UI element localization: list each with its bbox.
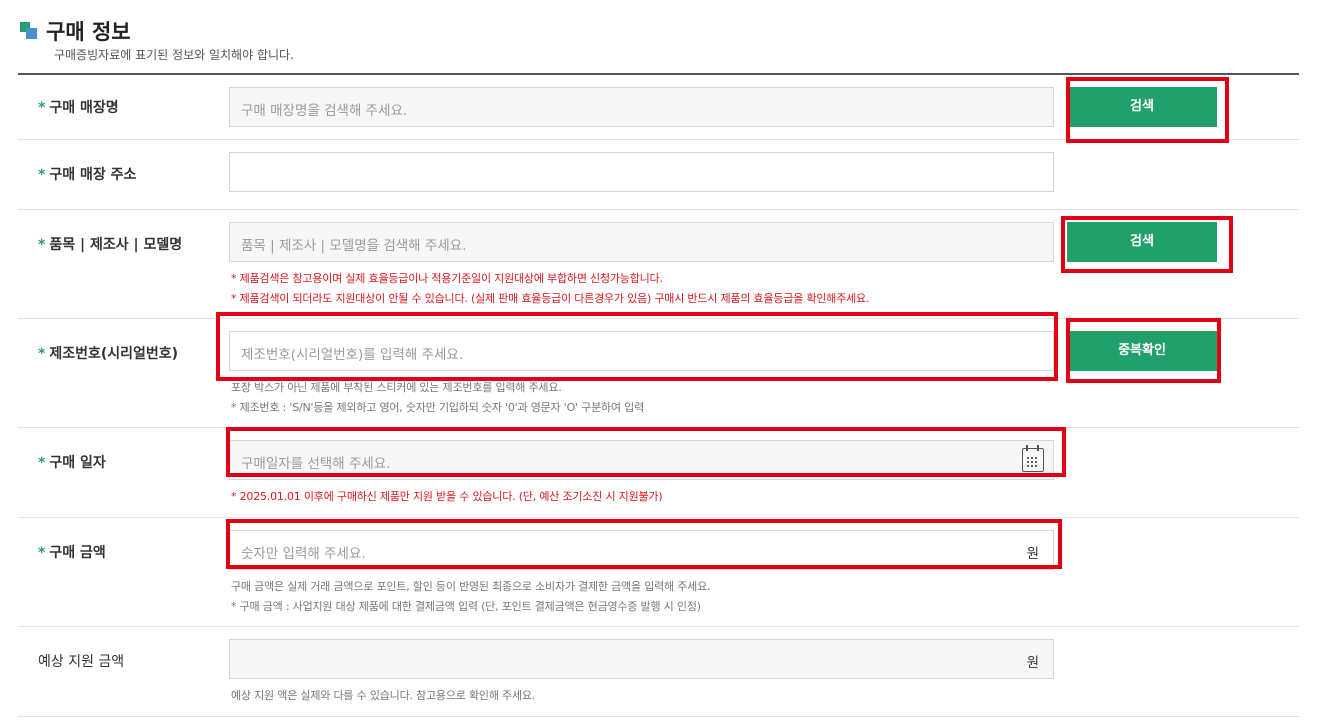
amount-input[interactable]: 숫자만 입력해 주세요. 원 — [229, 530, 1054, 570]
product-row: * 품목 | 제조사 | 모델명 품목 | 제조사 | 모델명을 검색해 주세요.… — [18, 210, 1299, 319]
expected-support-note: 예상 지원 액은 실제와 다를 수 있습니다. 참고용으로 확인해 주세요. — [231, 689, 536, 702]
amount-note-2: * 구매 금액 : 사업지원 대상 제품에 대한 결제금액 입력 (단, 포인트… — [231, 600, 701, 613]
product-placeholder: 품목 | 제조사 | 모델명을 검색해 주세요. — [241, 238, 467, 254]
serial-note-1: 포장 박스가 아닌 제품에 부착된 스티커에 있는 제조번호를 입력해 주세요. — [231, 381, 562, 394]
store-name-input[interactable]: 구매 매장명을 검색해 주세요. — [229, 87, 1054, 127]
serial-label: * 제조번호(시리얼번호) — [38, 346, 179, 362]
amount-placeholder: 숫자만 입력해 주세요. — [241, 546, 366, 562]
section-subtitle: 구매증빙자료에 표기된 정보와 일치해야 합니다. — [54, 48, 294, 62]
serial-input[interactable]: 제조번호(시리얼번호)를 입력해 주세요. — [229, 331, 1054, 371]
serial-row: * 제조번호(시리얼번호) 제조번호(시리얼번호)를 입력해 주세요. 중복확인 … — [18, 319, 1299, 428]
serial-note-2: * 제조번호 : 'S/N'등을 제외하고 영어, 숫자만 기입하되 숫자 '0… — [231, 401, 644, 414]
amount-row: * 구매 금액 숫자만 입력해 주세요. 원 구매 금액은 실제 거래 금액으로 … — [18, 518, 1299, 627]
purchase-date-note: * 2025.01.01 이후에 구매하신 제품만 지원 받을 수 있습니다. … — [231, 490, 663, 503]
amount-unit: 원 — [1026, 546, 1039, 562]
amount-note-1: 구매 금액은 실제 거래 금액으로 포인트, 할인 등이 반영된 최종으로 소비… — [231, 580, 711, 593]
product-label: * 품목 | 제조사 | 모델명 — [38, 237, 183, 253]
section-title: 구매 정보 — [46, 20, 131, 44]
product-search-button[interactable]: 검색 — [1067, 222, 1217, 262]
purchase-date-row: * 구매 일자 구매일자를 선택해 주세요. * 2025.01.01 이후에 구… — [18, 428, 1299, 518]
expected-support-row: 예상 지원 금액 원 예상 지원 액은 실제와 다를 수 있습니다. 참고용으로… — [18, 627, 1299, 717]
product-note-1: * 제품검색은 참고용이며 실제 효율등급이나 적용기준일이 지원대상에 부합하… — [231, 272, 663, 285]
expected-support-label: 예상 지원 금액 — [38, 654, 125, 670]
serial-placeholder: 제조번호(시리얼번호)를 입력해 주세요. — [241, 347, 464, 363]
store-name-label: * 구매 매장명 — [38, 100, 119, 116]
store-address-row: * 구매 매장 주소 — [18, 140, 1299, 210]
expected-support-field: 원 — [229, 639, 1054, 679]
store-address-input[interactable] — [229, 152, 1054, 192]
store-name-placeholder: 구매 매장명을 검색해 주세요. — [241, 103, 408, 119]
product-note-2: * 제품검색이 되더라도 지원대상이 안될 수 있습니다. (실제 판매 효율등… — [231, 292, 870, 305]
calendar-icon[interactable] — [1022, 445, 1044, 472]
store-search-button[interactable]: 검색 — [1067, 87, 1217, 127]
expected-support-unit: 원 — [1026, 655, 1039, 671]
section-bullet-icon — [20, 22, 38, 40]
duplicate-check-button[interactable]: 중복확인 — [1067, 331, 1217, 371]
product-search-input[interactable]: 품목 | 제조사 | 모델명을 검색해 주세요. — [229, 222, 1054, 262]
purchase-date-input[interactable]: 구매일자를 선택해 주세요. — [229, 440, 1054, 480]
store-name-row: * 구매 매장명 구매 매장명을 검색해 주세요. 검색 — [18, 75, 1299, 140]
amount-label: * 구매 금액 — [38, 545, 106, 561]
purchase-date-label: * 구매 일자 — [38, 455, 106, 471]
purchase-date-placeholder: 구매일자를 선택해 주세요. — [241, 456, 391, 472]
store-address-label: * 구매 매장 주소 — [38, 167, 137, 183]
